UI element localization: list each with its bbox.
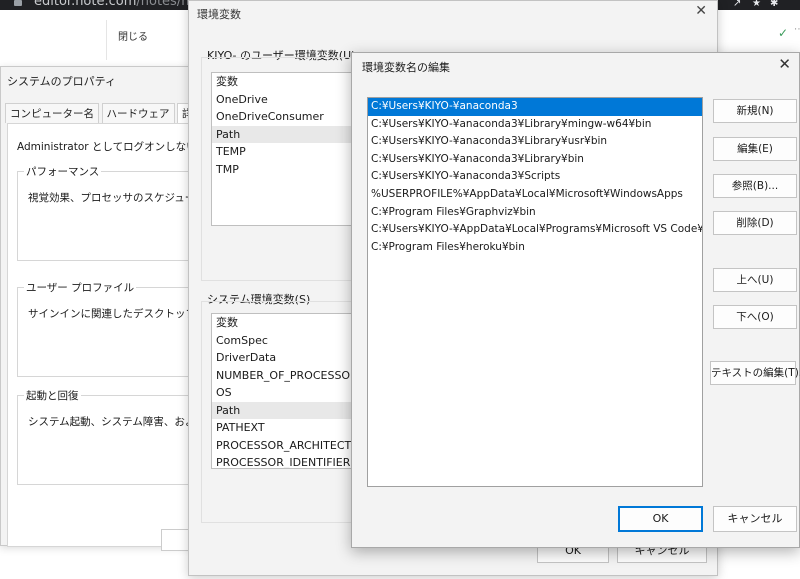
group-title: ユーザー プロファイル bbox=[24, 280, 137, 295]
list-item[interactable]: DriverData bbox=[212, 349, 358, 367]
divider bbox=[106, 20, 107, 60]
path-list-item[interactable]: C:¥Program Files¥heroku¥bin bbox=[368, 239, 702, 257]
list-item[interactable]: PROCESSOR_IDENTIFIER bbox=[212, 454, 358, 468]
extensions-icon[interactable]: ✱ bbox=[770, 0, 778, 9]
list-item[interactable]: PROCESSOR_ARCHITECTURE bbox=[212, 437, 358, 455]
delete-button[interactable]: 削除(D) bbox=[713, 211, 797, 235]
list-item[interactable]: NUMBER_OF_PROCESSORS bbox=[212, 367, 358, 385]
edit-button[interactable]: 編集(E) bbox=[713, 137, 797, 161]
list-header: 変数 bbox=[216, 316, 238, 329]
list-item[interactable]: OS bbox=[212, 384, 358, 402]
close-link[interactable]: 閉じる bbox=[118, 28, 148, 43]
move-down-button[interactable]: 下へ(O) bbox=[713, 305, 797, 329]
system-properties-window: システムのプロパティ コンピューター名 ハードウェア 詳細設定 シ Admini… bbox=[0, 66, 252, 551]
startup-recovery-group: 起動と回復 システム起動、システム障害、およびデ bbox=[17, 388, 216, 485]
more-icon[interactable]: ⋯ bbox=[794, 24, 800, 35]
close-icon[interactable]: ✕ bbox=[695, 3, 707, 19]
list-item[interactable]: Path bbox=[212, 401, 358, 419]
list-header: 変数 bbox=[216, 75, 238, 88]
performance-group: パフォーマンス 視覚効果、プロセッサのスケジュール、メ bbox=[17, 164, 227, 261]
list-item[interactable]: OneDriveConsumer bbox=[212, 108, 358, 126]
group-title: 起動と回復 bbox=[24, 388, 81, 403]
ok-button[interactable]: OK bbox=[618, 506, 703, 532]
list-item[interactable]: TMP bbox=[212, 161, 358, 179]
path-list-item[interactable]: C:¥Users¥KIYO-¥AppData¥Local¥Programs¥Mi… bbox=[368, 221, 702, 239]
window-title: システムのプロパティ bbox=[7, 75, 117, 88]
browse-button[interactable]: 参照(B)... bbox=[713, 174, 797, 198]
group-title: パフォーマンス bbox=[24, 164, 102, 179]
path-list-item[interactable]: C:¥Users¥KIYO-¥anaconda3¥Scripts bbox=[368, 168, 702, 186]
path-list-item[interactable]: C:¥Users¥KIYO-¥anaconda3¥Library¥mingw-w… bbox=[368, 116, 702, 134]
user-vars-list[interactable]: 変数 OneDrive OneDriveConsumer Path TEMP T… bbox=[211, 72, 359, 226]
url-host: editor.note.com bbox=[34, 0, 137, 9]
list-item[interactable]: OneDrive bbox=[212, 91, 358, 109]
user-profile-group: ユーザー プロファイル サインインに関連したデスクトップ設定 bbox=[17, 280, 217, 377]
system-vars-list[interactable]: 変数 ComSpec DriverData NUMBER_OF_PROCESSO… bbox=[211, 313, 359, 469]
list-item[interactable]: TEMP bbox=[212, 143, 358, 161]
path-list[interactable]: C:¥Users¥KIYO-¥anaconda3 C:¥Users¥KIYO-¥… bbox=[367, 97, 703, 487]
tab-strip: コンピューター名 ハードウェア 詳細設定 シ bbox=[5, 103, 252, 123]
path-list-item[interactable]: C:¥Users¥KIYO-¥anaconda3¥Library¥usr¥bin bbox=[368, 133, 702, 151]
share-icon[interactable]: ↗ bbox=[733, 0, 741, 9]
new-button[interactable]: 新規(N) bbox=[713, 99, 797, 123]
edit-text-button[interactable]: テキストの編集(T)... bbox=[710, 361, 800, 385]
list-item[interactable]: ComSpec bbox=[212, 332, 358, 350]
cancel-button[interactable]: キャンセル bbox=[713, 506, 797, 532]
edit-env-var-dialog: 環境変数名の編集 ✕ C:¥Users¥KIYO-¥anaconda3 C:¥U… bbox=[351, 52, 800, 548]
list-item[interactable]: PATHEXT bbox=[212, 419, 358, 437]
dialog-title: 環境変数名の編集 bbox=[362, 61, 450, 74]
check-icon: ✓ bbox=[778, 26, 789, 40]
window-title: 環境変数 bbox=[197, 8, 241, 21]
path-list-item[interactable]: C:¥Users¥KIYO-¥anaconda3 bbox=[368, 98, 702, 116]
site-favicon-icon bbox=[14, 0, 22, 6]
path-list-item[interactable]: C:¥Users¥KIYO-¥anaconda3¥Library¥bin bbox=[368, 151, 702, 169]
address-bar[interactable]: editor.note.com/notes/n7e0 bbox=[34, 0, 214, 10]
bookmark-star-icon[interactable]: ★ bbox=[752, 0, 761, 9]
move-up-button[interactable]: 上へ(U) bbox=[713, 268, 797, 292]
tab-hardware[interactable]: ハードウェア bbox=[101, 103, 175, 123]
path-list-item[interactable]: %USERPROFILE%¥AppData¥Local¥Microsoft¥Wi… bbox=[368, 186, 702, 204]
tab-computer-name[interactable]: コンピューター名 bbox=[5, 103, 99, 123]
path-list-item[interactable]: C:¥Program Files¥Graphviz¥bin bbox=[368, 204, 702, 222]
list-item[interactable]: Path bbox=[212, 125, 358, 143]
close-icon[interactable]: ✕ bbox=[778, 55, 791, 73]
